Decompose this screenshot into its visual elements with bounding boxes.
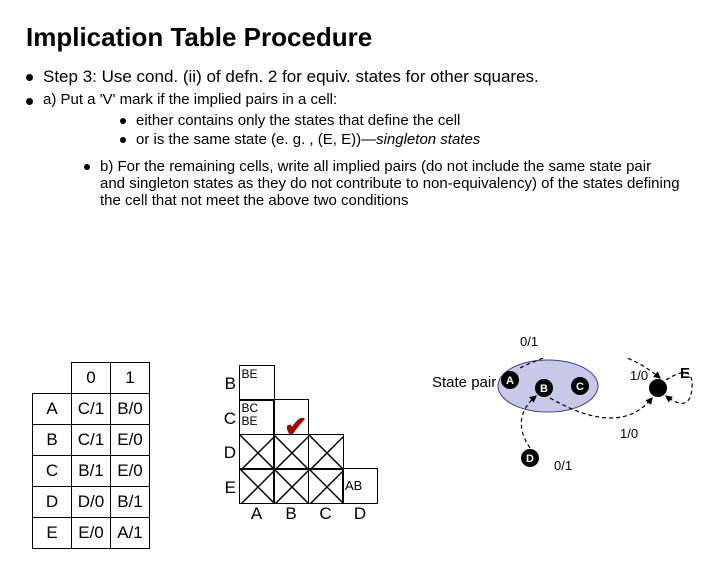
tt-row-A: A [33, 394, 72, 425]
imp-cell-ED-text: AB [345, 471, 362, 492]
imp-cell-EA [239, 468, 275, 504]
bullet-step3-text: Step 3: Use cond. (ii) of defn. 2 for eq… [43, 67, 539, 87]
imp-cell-EC [308, 468, 344, 504]
bullet-a-text: a) Put a 'V' mark if the implied pairs i… [43, 91, 337, 108]
bullet-dot [120, 118, 126, 124]
tt-B0: C/1 [72, 425, 111, 456]
tt-col-1: 1 [111, 363, 150, 394]
imp-col-A: A [239, 504, 275, 524]
tt-C1: E/0 [111, 456, 150, 487]
bullet-b-text: b) For the remaining cells, write all im… [100, 158, 680, 209]
tt-B1: E/0 [111, 425, 150, 456]
label-oneZtop: 1/0 [630, 368, 648, 383]
tt-E1: A/1 [111, 518, 150, 549]
imp-row-D: D [216, 435, 236, 463]
tt-col-0: 0 [72, 363, 111, 394]
imp-row-E: E [216, 470, 236, 498]
svg-text:B: B [540, 383, 548, 395]
tt-E0: E/0 [72, 518, 111, 549]
svg-text:C: C [576, 381, 584, 393]
bullet-a1-text: either contains only the states that def… [136, 112, 460, 129]
svg-text:D: D [526, 453, 534, 465]
label-oneZbot: 1/0 [620, 426, 638, 441]
imp-cell-BA: BE [239, 365, 275, 401]
imp-cell-DC [308, 434, 344, 470]
tt-row-C: C [33, 456, 72, 487]
label-zeroone-left: 0/1 [554, 458, 572, 473]
bullet-a2-em: singleton states [376, 131, 480, 148]
implication-table: B BE C BC BE D E AB A B C D [216, 366, 378, 524]
tt-A1: B/0 [111, 394, 150, 425]
bullet-a: a) Put a 'V' mark if the implied pairs i… [26, 91, 720, 108]
tt-row-E: E [33, 518, 72, 549]
imp-cell-BA-text: BE [242, 367, 258, 381]
transition-table: 0 1 AC/1B/0 BC/1E/0 CB/1E/0 DD/0B/1 EE/0… [32, 362, 150, 549]
tt-A0: C/1 [72, 394, 111, 425]
bullet-a2-pre: or is the same state (e. g. , (E, E))— [136, 131, 376, 148]
imp-cell-CA: BC BE [239, 399, 275, 435]
tt-row-D: D [33, 487, 72, 518]
state-diagram-svg: A B C D E [480, 358, 710, 548]
bullet-dot [120, 137, 126, 143]
bullet-dot [26, 98, 33, 105]
bullet-dot [26, 74, 33, 81]
svg-text:A: A [506, 375, 514, 387]
tt-D0: D/0 [72, 487, 111, 518]
imp-row-C: C [216, 401, 236, 429]
imp-col-B: B [273, 504, 309, 524]
imp-col-D: D [342, 504, 378, 524]
imp-cell-CA-text: BC BE [242, 401, 259, 428]
imp-cell-ED: AB [342, 468, 378, 504]
imp-col-C: C [308, 504, 344, 524]
state-diagram: A B C D E [480, 358, 710, 528]
tt-row-B: B [33, 425, 72, 456]
bullet-a2: or is the same state (e. g. , (E, E))—si… [120, 131, 720, 148]
tt-D1: B/1 [111, 487, 150, 518]
page-title: Implication Table Procedure [26, 22, 720, 53]
bullet-dot [84, 164, 90, 170]
bullet-a1: either contains only the states that def… [120, 112, 720, 129]
bullet-b: b) For the remaining cells, write all im… [84, 158, 680, 209]
imp-row-B: B [216, 366, 236, 394]
tick-mark-icon: ✔ [284, 410, 307, 443]
bullet-step3: Step 3: Use cond. (ii) of defn. 2 for eq… [26, 67, 720, 87]
imp-cell-DA [239, 434, 275, 470]
imp-cell-EB [273, 468, 309, 504]
label-zeroone-top: 0/1 [520, 334, 538, 349]
tt-C0: B/1 [72, 456, 111, 487]
